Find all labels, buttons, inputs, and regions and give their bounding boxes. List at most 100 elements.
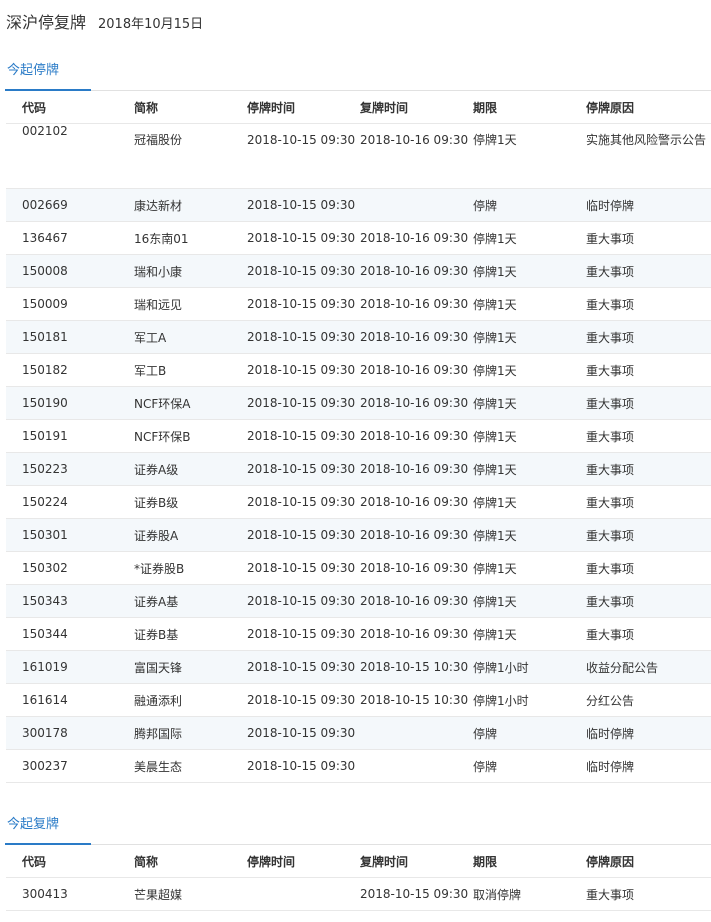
cell-term: 停牌1天 [473, 254, 586, 288]
cell-term: 停牌1天 [473, 617, 586, 651]
cell-name: 美晨生态 [134, 749, 247, 783]
suspended-section: 今起停牌 代码 简称 停牌时间 复牌时间 期限 停牌原因 002102 冠福股份 2… [4, 57, 711, 783]
cell-term: 停牌1天 [473, 221, 586, 255]
cell-resume-time: 2018-10-16 09:30 [360, 320, 473, 354]
tab-suspended-today[interactable]: 今起停牌 [4, 57, 92, 91]
cell-name: 芒果超媒 [134, 877, 247, 911]
cell-suspend-time: 2018-10-15 09:30 [247, 287, 360, 321]
cell-code: 150190 [6, 386, 134, 420]
cell-reason: 重大事项 [586, 320, 711, 354]
cell-resume-time [360, 749, 473, 783]
cell-term: 取消停牌 [473, 877, 586, 911]
table-row: 150343 证券A基 2018-10-15 09:30 2018-10-16 09:… [6, 584, 711, 618]
resumed-section: 今起复牌 代码 简称 停牌时间 复牌时间 期限 停牌原因 300413 芒果超媒 2… [4, 811, 711, 911]
table-row: 150224 证券B级 2018-10-15 09:30 2018-10-16 09:… [6, 485, 711, 519]
table-row: 150009 瑞和远见 2018-10-15 09:30 2018-10-16 09:… [6, 287, 711, 321]
cell-name: *证券股B [134, 551, 247, 585]
cell-suspend-time: 2018-10-15 09:30 [247, 716, 360, 750]
page-header: 深沪停复牌 2018年10月15日 [6, 9, 203, 32]
cell-resume-time: 2018-10-16 09:30 [360, 551, 473, 585]
cell-term: 停牌 [473, 188, 586, 222]
table-row: 300413 芒果超媒 2018-10-15 09:30 取消停牌 重大事项 [6, 877, 711, 911]
cell-resume-time: 2018-10-15 10:30 [360, 683, 473, 717]
cell-suspend-time: 2018-10-15 09:30 [247, 683, 360, 717]
cell-suspend-time: 2018-10-15 09:30 [247, 123, 360, 189]
cell-name: 军工A [134, 320, 247, 354]
cell-code: 161614 [6, 683, 134, 717]
cell-code: 150224 [6, 485, 134, 519]
cell-resume-time: 2018-10-16 09:30 [360, 386, 473, 420]
header-resume-time: 复牌时间 [360, 854, 409, 869]
cell-name: 腾邦国际 [134, 716, 247, 750]
cell-reason: 重大事项 [586, 877, 711, 911]
cell-code: 161019 [6, 650, 134, 684]
cell-reason: 重大事项 [586, 287, 711, 321]
cell-resume-time: 2018-10-16 09:30 [360, 221, 473, 255]
cell-name: 证券股A [134, 518, 247, 552]
cell-term: 停牌1天 [473, 123, 586, 189]
table-row: 161019 富国天锋 2018-10-15 09:30 2018-10-15 10:… [6, 650, 711, 684]
suspended-table: 代码 简称 停牌时间 复牌时间 期限 停牌原因 002102 冠福股份 2018-1… [6, 91, 711, 783]
cell-term: 停牌 [473, 749, 586, 783]
cell-suspend-time: 2018-10-15 09:30 [247, 188, 360, 222]
cell-suspend-time: 2018-10-15 09:30 [247, 386, 360, 420]
suspended-table-header: 代码 简称 停牌时间 复牌时间 期限 停牌原因 [6, 91, 711, 124]
cell-reason: 收益分配公告 [586, 650, 711, 684]
cell-suspend-time: 2018-10-15 09:30 [247, 551, 360, 585]
cell-resume-time: 2018-10-16 09:30 [360, 123, 473, 189]
page: 深沪停复牌 2018年10月15日 今起停牌 代码 简称 停牌时间 复牌时间 期… [0, 0, 711, 922]
cell-term: 停牌1天 [473, 419, 586, 453]
table-row: 161614 融通添利 2018-10-15 09:30 2018-10-15 10:… [6, 683, 711, 717]
table-row: 150181 军工A 2018-10-15 09:30 2018-10-16 09:3… [6, 320, 711, 354]
cell-term: 停牌1天 [473, 320, 586, 354]
header-name: 简称 [134, 854, 159, 869]
cell-suspend-time: 2018-10-15 09:30 [247, 320, 360, 354]
cell-reason: 重大事项 [586, 254, 711, 288]
cell-term: 停牌1天 [473, 584, 586, 618]
resumed-tab-bar: 今起复牌 [4, 811, 711, 845]
cell-resume-time [360, 188, 473, 222]
cell-resume-time: 2018-10-16 09:30 [360, 254, 473, 288]
cell-name: 证券A级 [134, 452, 247, 486]
cell-reason: 重大事项 [586, 353, 711, 387]
cell-suspend-time: 2018-10-15 09:30 [247, 221, 360, 255]
header-suspend-time: 停牌时间 [247, 854, 296, 869]
cell-name: 康达新材 [134, 188, 247, 222]
table-row: 150191 NCF环保B 2018-10-15 09:30 2018-10-16 0… [6, 419, 711, 453]
cell-reason: 重大事项 [586, 452, 711, 486]
cell-term: 停牌1天 [473, 386, 586, 420]
table-row: 300237 美晨生态 2018-10-15 09:30 停牌 临时停牌 [6, 749, 711, 783]
cell-code: 300237 [6, 749, 134, 783]
table-row: 002669 康达新材 2018-10-15 09:30 停牌 临时停牌 [6, 188, 711, 222]
header-reason: 停牌原因 [586, 854, 635, 869]
cell-code: 136467 [6, 221, 134, 255]
resumed-table: 代码 简称 停牌时间 复牌时间 期限 停牌原因 300413 芒果超媒 2018-1… [6, 845, 711, 911]
header-term: 期限 [473, 100, 498, 115]
cell-reason: 分红公告 [586, 683, 711, 717]
table-row: 150190 NCF环保A 2018-10-15 09:30 2018-10-16 0… [6, 386, 711, 420]
table-row: 150008 瑞和小康 2018-10-15 09:30 2018-10-16 09:… [6, 254, 711, 288]
table-row: 150182 军工B 2018-10-15 09:30 2018-10-16 09:3… [6, 353, 711, 387]
header-name: 简称 [134, 100, 159, 115]
cell-suspend-time [247, 877, 360, 911]
cell-suspend-time: 2018-10-15 09:30 [247, 254, 360, 288]
table-row: 150302 *证券股B 2018-10-15 09:30 2018-10-16 09… [6, 551, 711, 585]
table-row: 150344 证券B基 2018-10-15 09:30 2018-10-16 09:… [6, 617, 711, 651]
cell-suspend-time: 2018-10-15 09:30 [247, 617, 360, 651]
header-suspend-time: 停牌时间 [247, 100, 296, 115]
cell-term: 停牌1天 [473, 551, 586, 585]
header-code: 代码 [22, 854, 47, 869]
cell-suspend-time: 2018-10-15 09:30 [247, 749, 360, 783]
cell-term: 停牌1小时 [473, 650, 586, 684]
cell-code: 150181 [6, 320, 134, 354]
cell-name: 瑞和小康 [134, 254, 247, 288]
cell-reason: 重大事项 [586, 386, 711, 420]
tab-resumed-today[interactable]: 今起复牌 [4, 811, 92, 845]
header-term: 期限 [473, 854, 498, 869]
cell-suspend-time: 2018-10-15 09:30 [247, 353, 360, 387]
cell-resume-time: 2018-10-16 09:30 [360, 617, 473, 651]
cell-suspend-time: 2018-10-15 09:30 [247, 452, 360, 486]
cell-code: 150343 [6, 584, 134, 618]
cell-code: 150301 [6, 518, 134, 552]
cell-suspend-time: 2018-10-15 09:30 [247, 518, 360, 552]
